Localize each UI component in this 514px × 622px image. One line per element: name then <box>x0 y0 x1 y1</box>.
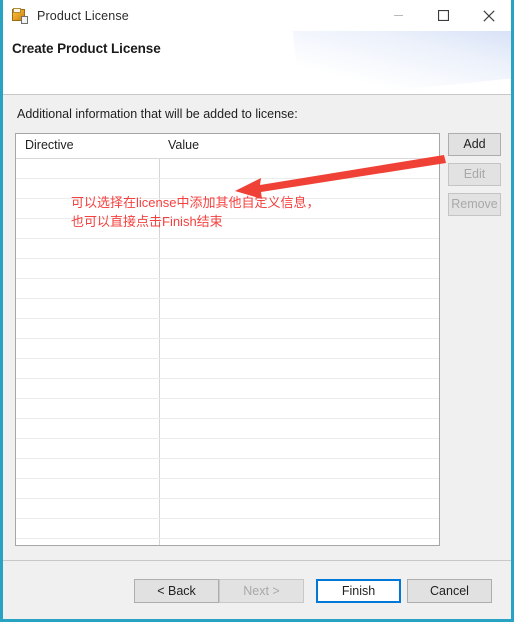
table-row[interactable] <box>16 219 439 239</box>
table-row[interactable] <box>16 459 439 479</box>
header-gradient-decoration <box>292 31 511 95</box>
content-pane: Additional information that will be adde… <box>3 95 511 560</box>
table-row[interactable] <box>16 319 439 339</box>
table-row[interactable] <box>16 339 439 359</box>
table-row[interactable] <box>16 479 439 499</box>
page-title: Create Product License <box>12 41 161 56</box>
back-button[interactable]: < Back <box>134 579 219 603</box>
edit-button: Edit <box>448 163 501 186</box>
table-header-row: Directive Value <box>16 134 439 159</box>
table-row[interactable] <box>16 159 439 179</box>
table-row[interactable] <box>16 359 439 379</box>
finish-button[interactable]: Finish <box>316 579 401 603</box>
table-action-buttons: Add Edit Remove <box>448 133 501 223</box>
table-row[interactable] <box>16 379 439 399</box>
table-row[interactable] <box>16 259 439 279</box>
product-license-wizard-window: Product License Create Product License A… <box>0 0 514 622</box>
window-title: Product License <box>37 8 129 23</box>
wizard-header-banner: Create Product License <box>3 31 511 95</box>
close-icon <box>482 9 495 22</box>
minimize-button[interactable] <box>376 0 421 31</box>
add-button[interactable]: Add <box>448 133 501 156</box>
minimize-icon <box>394 15 403 16</box>
instruction-label: Additional information that will be adde… <box>17 107 298 121</box>
table-row[interactable] <box>16 499 439 519</box>
cancel-button[interactable]: Cancel <box>407 579 492 603</box>
table-row[interactable] <box>16 439 439 459</box>
maximize-icon <box>438 10 449 21</box>
directives-table[interactable]: Directive Value <box>15 133 440 546</box>
table-body <box>16 159 439 545</box>
table-row[interactable] <box>16 399 439 419</box>
table-row[interactable] <box>16 419 439 439</box>
column-header-directive[interactable]: Directive <box>25 138 74 152</box>
next-button: Next > <box>219 579 304 603</box>
maximize-button[interactable] <box>421 0 466 31</box>
product-license-app-icon <box>12 7 28 24</box>
table-row[interactable] <box>16 299 439 319</box>
remove-button: Remove <box>448 193 501 216</box>
title-bar: Product License <box>3 0 511 31</box>
table-row[interactable] <box>16 519 439 539</box>
column-header-value[interactable]: Value <box>168 138 199 152</box>
table-row[interactable] <box>16 199 439 219</box>
table-row[interactable] <box>16 239 439 259</box>
window-controls <box>376 0 511 31</box>
table-row[interactable] <box>16 279 439 299</box>
close-button[interactable] <box>466 0 511 31</box>
table-row[interactable] <box>16 179 439 199</box>
table-row[interactable] <box>16 539 439 545</box>
wizard-footer: < Back Next > Finish Cancel <box>3 561 511 619</box>
